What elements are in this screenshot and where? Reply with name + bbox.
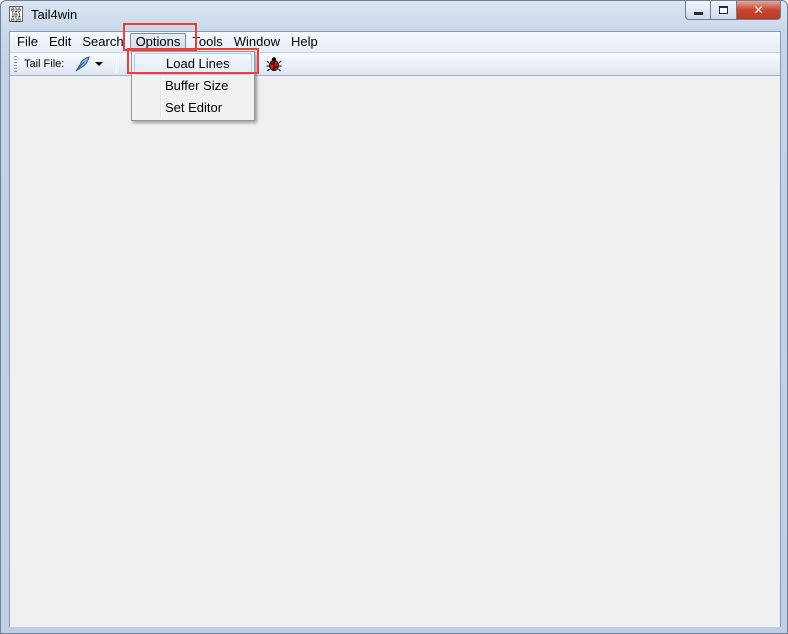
client-area: File Edit Search Options Tools Window He…	[9, 31, 781, 627]
menu-bar: File Edit Search Options Tools Window He…	[10, 32, 780, 52]
workspace[interactable]	[10, 77, 780, 627]
tail-file-label: Tail File:	[24, 58, 65, 70]
window-title: Tail4win	[31, 7, 78, 22]
close-button[interactable]: ✕	[737, 1, 781, 20]
app-window: 010 101 010 Tail4win ✕ File Edit Search …	[0, 0, 788, 634]
tail-file-button[interactable]	[74, 54, 110, 74]
minimize-button[interactable]	[685, 1, 711, 20]
menu-item-set-editor[interactable]: Set Editor	[134, 97, 252, 119]
app-icon[interactable]: 010 101 010	[9, 6, 23, 24]
bug-button[interactable]	[266, 56, 282, 72]
menu-help[interactable]: Help	[286, 33, 323, 51]
bug-icon	[266, 57, 282, 72]
options-dropdown: Load Lines Buffer Size Set Editor	[131, 51, 255, 121]
menu-edit[interactable]: Edit	[44, 33, 76, 51]
menu-search[interactable]: Search	[77, 33, 128, 51]
toolbar-separator	[116, 55, 118, 73]
close-icon: ✕	[753, 3, 764, 17]
feather-icon	[75, 56, 91, 72]
toolbar: Tail File:	[10, 52, 780, 76]
menu-window[interactable]: Window	[229, 33, 285, 51]
menu-item-load-lines[interactable]: Load Lines	[134, 53, 252, 75]
menu-file[interactable]: File	[12, 33, 43, 51]
title-bar[interactable]: 010 101 010 Tail4win ✕	[1, 1, 787, 29]
menu-options[interactable]: Options	[129, 33, 187, 51]
toolbar-grip[interactable]	[14, 56, 17, 72]
caption-buttons: ✕	[685, 1, 781, 21]
minimize-icon	[693, 11, 703, 15]
maximize-button[interactable]	[711, 1, 737, 20]
dropdown-arrow-icon[interactable]	[95, 62, 104, 66]
maximize-icon	[719, 6, 728, 14]
menu-item-buffer-size[interactable]: Buffer Size	[134, 75, 252, 97]
menu-tools[interactable]: Tools	[187, 33, 227, 51]
